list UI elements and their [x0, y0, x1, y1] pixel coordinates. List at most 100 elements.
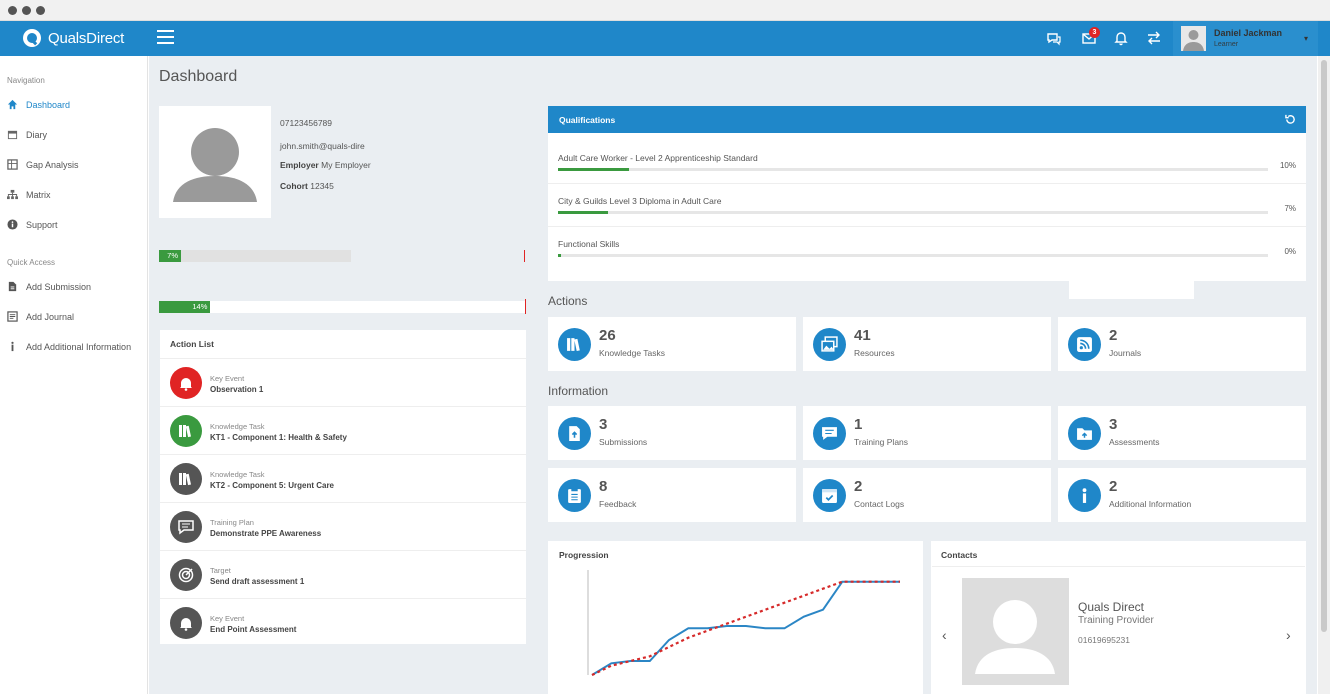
tile-label: Training Plans	[854, 437, 909, 447]
qualification-name: City & Guilds Level 3 Diploma in Adult C…	[558, 196, 722, 206]
action-list-item[interactable]: Training Plan Demonstrate PPE Awareness	[160, 502, 526, 550]
qualification-name: Adult Care Worker - Level 2 Apprenticesh…	[558, 153, 758, 163]
bell-icon	[180, 618, 192, 631]
profile-phone: 07123456789	[280, 118, 333, 128]
window-minimize-dot[interactable]	[22, 6, 31, 15]
tile-label: Resources	[854, 348, 895, 358]
journal-icon	[7, 311, 18, 322]
qualification-row[interactable]: Adult Care Worker - Level 2 Apprenticesh…	[548, 141, 1306, 184]
qualification-progress	[558, 211, 1268, 214]
qualifications-header: Qualifications	[548, 106, 1306, 133]
grid-icon	[7, 159, 18, 170]
progress-bar-2-fill: 14%	[159, 301, 211, 313]
tile-label: Contact Logs	[854, 499, 905, 509]
sidebar-item-matrix[interactable]: Matrix	[7, 189, 51, 200]
sitemap-icon	[7, 189, 18, 200]
action-list-item[interactable]: Knowledge Task KT2 - Component 5: Urgent…	[160, 454, 526, 502]
tile-badge	[558, 328, 591, 361]
sidebar-item-label: Add Journal	[26, 311, 75, 322]
profile-employer: Employer My Employer	[280, 160, 371, 170]
tile-assessments[interactable]: 3 Assessments	[1058, 406, 1306, 460]
tile-resources[interactable]: 41 Resources	[803, 317, 1051, 371]
contact-photo	[962, 578, 1069, 685]
sidebar-item-label: Dashboard	[26, 99, 71, 110]
sidebar-item-support[interactable]: Support	[7, 219, 58, 230]
sidebar-quick-heading: Quick Access	[7, 258, 56, 267]
qualification-row[interactable]: City & Guilds Level 3 Diploma in Adult C…	[548, 184, 1306, 227]
sidebar-nav-heading: Navigation	[7, 76, 45, 85]
window-maximize-dot[interactable]	[36, 6, 45, 15]
action-item-title: Demonstrate PPE Awareness	[210, 529, 322, 538]
action-item-badge	[170, 607, 202, 639]
images-icon	[821, 336, 838, 352]
brand-logo[interactable]: QualsDirect	[22, 28, 124, 48]
switch-icon[interactable]	[1146, 30, 1162, 46]
sidebar-item-label: Add Additional Information	[26, 341, 132, 352]
tile-label: Submissions	[599, 437, 648, 447]
scrollbar[interactable]	[1318, 56, 1330, 694]
page-title: Dashboard	[159, 68, 238, 85]
sidebar-item-add-submission[interactable]: Add Submission	[7, 281, 91, 292]
sidebar-item-diary[interactable]: Diary	[7, 129, 47, 140]
action-list-item[interactable]: Knowledge Task KT1 - Component 1: Health…	[160, 406, 526, 454]
chart-series-line-0	[591, 580, 900, 676]
chevron-left-icon[interactable]: ‹	[942, 627, 947, 643]
action-item-type: Key Event	[210, 614, 245, 623]
tile-training-plans[interactable]: 1 Training Plans	[803, 406, 1051, 460]
window-close-dot[interactable]	[8, 6, 17, 15]
tile-feedback[interactable]: 8 Feedback	[548, 468, 796, 522]
progress-bar-1-fill: 7%	[159, 250, 181, 262]
cohort-label: Cohort	[280, 181, 308, 191]
contact-phone: 01619695231	[1078, 635, 1131, 645]
refresh-icon[interactable]	[1285, 114, 1296, 125]
sidebar-item-gap-analysis[interactable]: Gap Analysis	[7, 159, 79, 170]
profile-photo	[159, 106, 271, 218]
folder-icon	[1077, 428, 1092, 440]
tile-badge	[1068, 417, 1101, 450]
progress-marker-1	[524, 250, 525, 262]
tile-submissions[interactable]: 3 Submissions	[548, 406, 796, 460]
sidebar-item-add-journal[interactable]: Add Journal	[7, 311, 74, 322]
tile-label: Journals	[1109, 348, 1142, 358]
qualification-percent: 7%	[1284, 204, 1296, 213]
action-list-item[interactable]: Target Send draft assessment 1	[160, 550, 526, 598]
calendar-check-icon	[822, 489, 837, 503]
scrollbar-thumb[interactable]	[1321, 60, 1327, 632]
qualification-percent: 0%	[1284, 247, 1296, 256]
progress-bar-1: 7%	[159, 250, 351, 262]
sidebar-item-label: Add Submission	[26, 281, 92, 292]
top-bar: QualsDirect	[0, 21, 1330, 56]
tile-badge	[1068, 479, 1101, 512]
qualification-progress-fill	[558, 211, 608, 214]
profile-email: john.smith@quals-dire	[280, 141, 365, 151]
tile-knowledge-tasks[interactable]: 26 Knowledge Tasks	[548, 317, 796, 371]
action-item-badge	[170, 559, 202, 591]
menu-toggle-icon[interactable]	[157, 30, 174, 46]
chat-icon[interactable]	[1046, 30, 1062, 46]
action-item-title: End Point Assessment	[210, 625, 297, 634]
action-list-item[interactable]: Key Event Observation 1	[160, 358, 526, 406]
contacts-divider	[932, 566, 1305, 567]
sidebar-item-add-additional-information[interactable]: Add Additional Information	[7, 341, 131, 352]
action-list-title: Action List	[170, 339, 214, 349]
tile-badge	[813, 328, 846, 361]
sidebar-item-dashboard[interactable]: Dashboard	[7, 99, 70, 110]
tile-count: 3	[1109, 416, 1118, 433]
tile-journals[interactable]: 2 Journals	[1058, 317, 1306, 371]
bell-icon[interactable]	[1113, 30, 1129, 46]
action-item-title: Send draft assessment 1	[210, 577, 305, 586]
upload-file-icon	[569, 426, 580, 441]
action-item-title: Observation 1	[210, 385, 264, 394]
comment-icon	[822, 427, 837, 440]
tile-contact-logs[interactable]: 2 Contact Logs	[803, 468, 1051, 522]
profile-cohort: Cohort 12345	[280, 181, 334, 191]
chevron-right-icon[interactable]: ›	[1286, 627, 1291, 643]
tile-count: 41	[854, 327, 871, 344]
qualification-row[interactable]: Functional Skills 0%	[548, 227, 1306, 270]
info-icon	[1082, 488, 1087, 503]
tile-additional-information[interactable]: 2 Additional Information	[1058, 468, 1306, 522]
info-icon	[11, 341, 14, 352]
user-menu[interactable]: Daniel Jackman Learner ▾	[1173, 21, 1318, 56]
target-icon	[178, 567, 194, 583]
action-list-item[interactable]: Key Event End Point Assessment	[160, 598, 526, 646]
